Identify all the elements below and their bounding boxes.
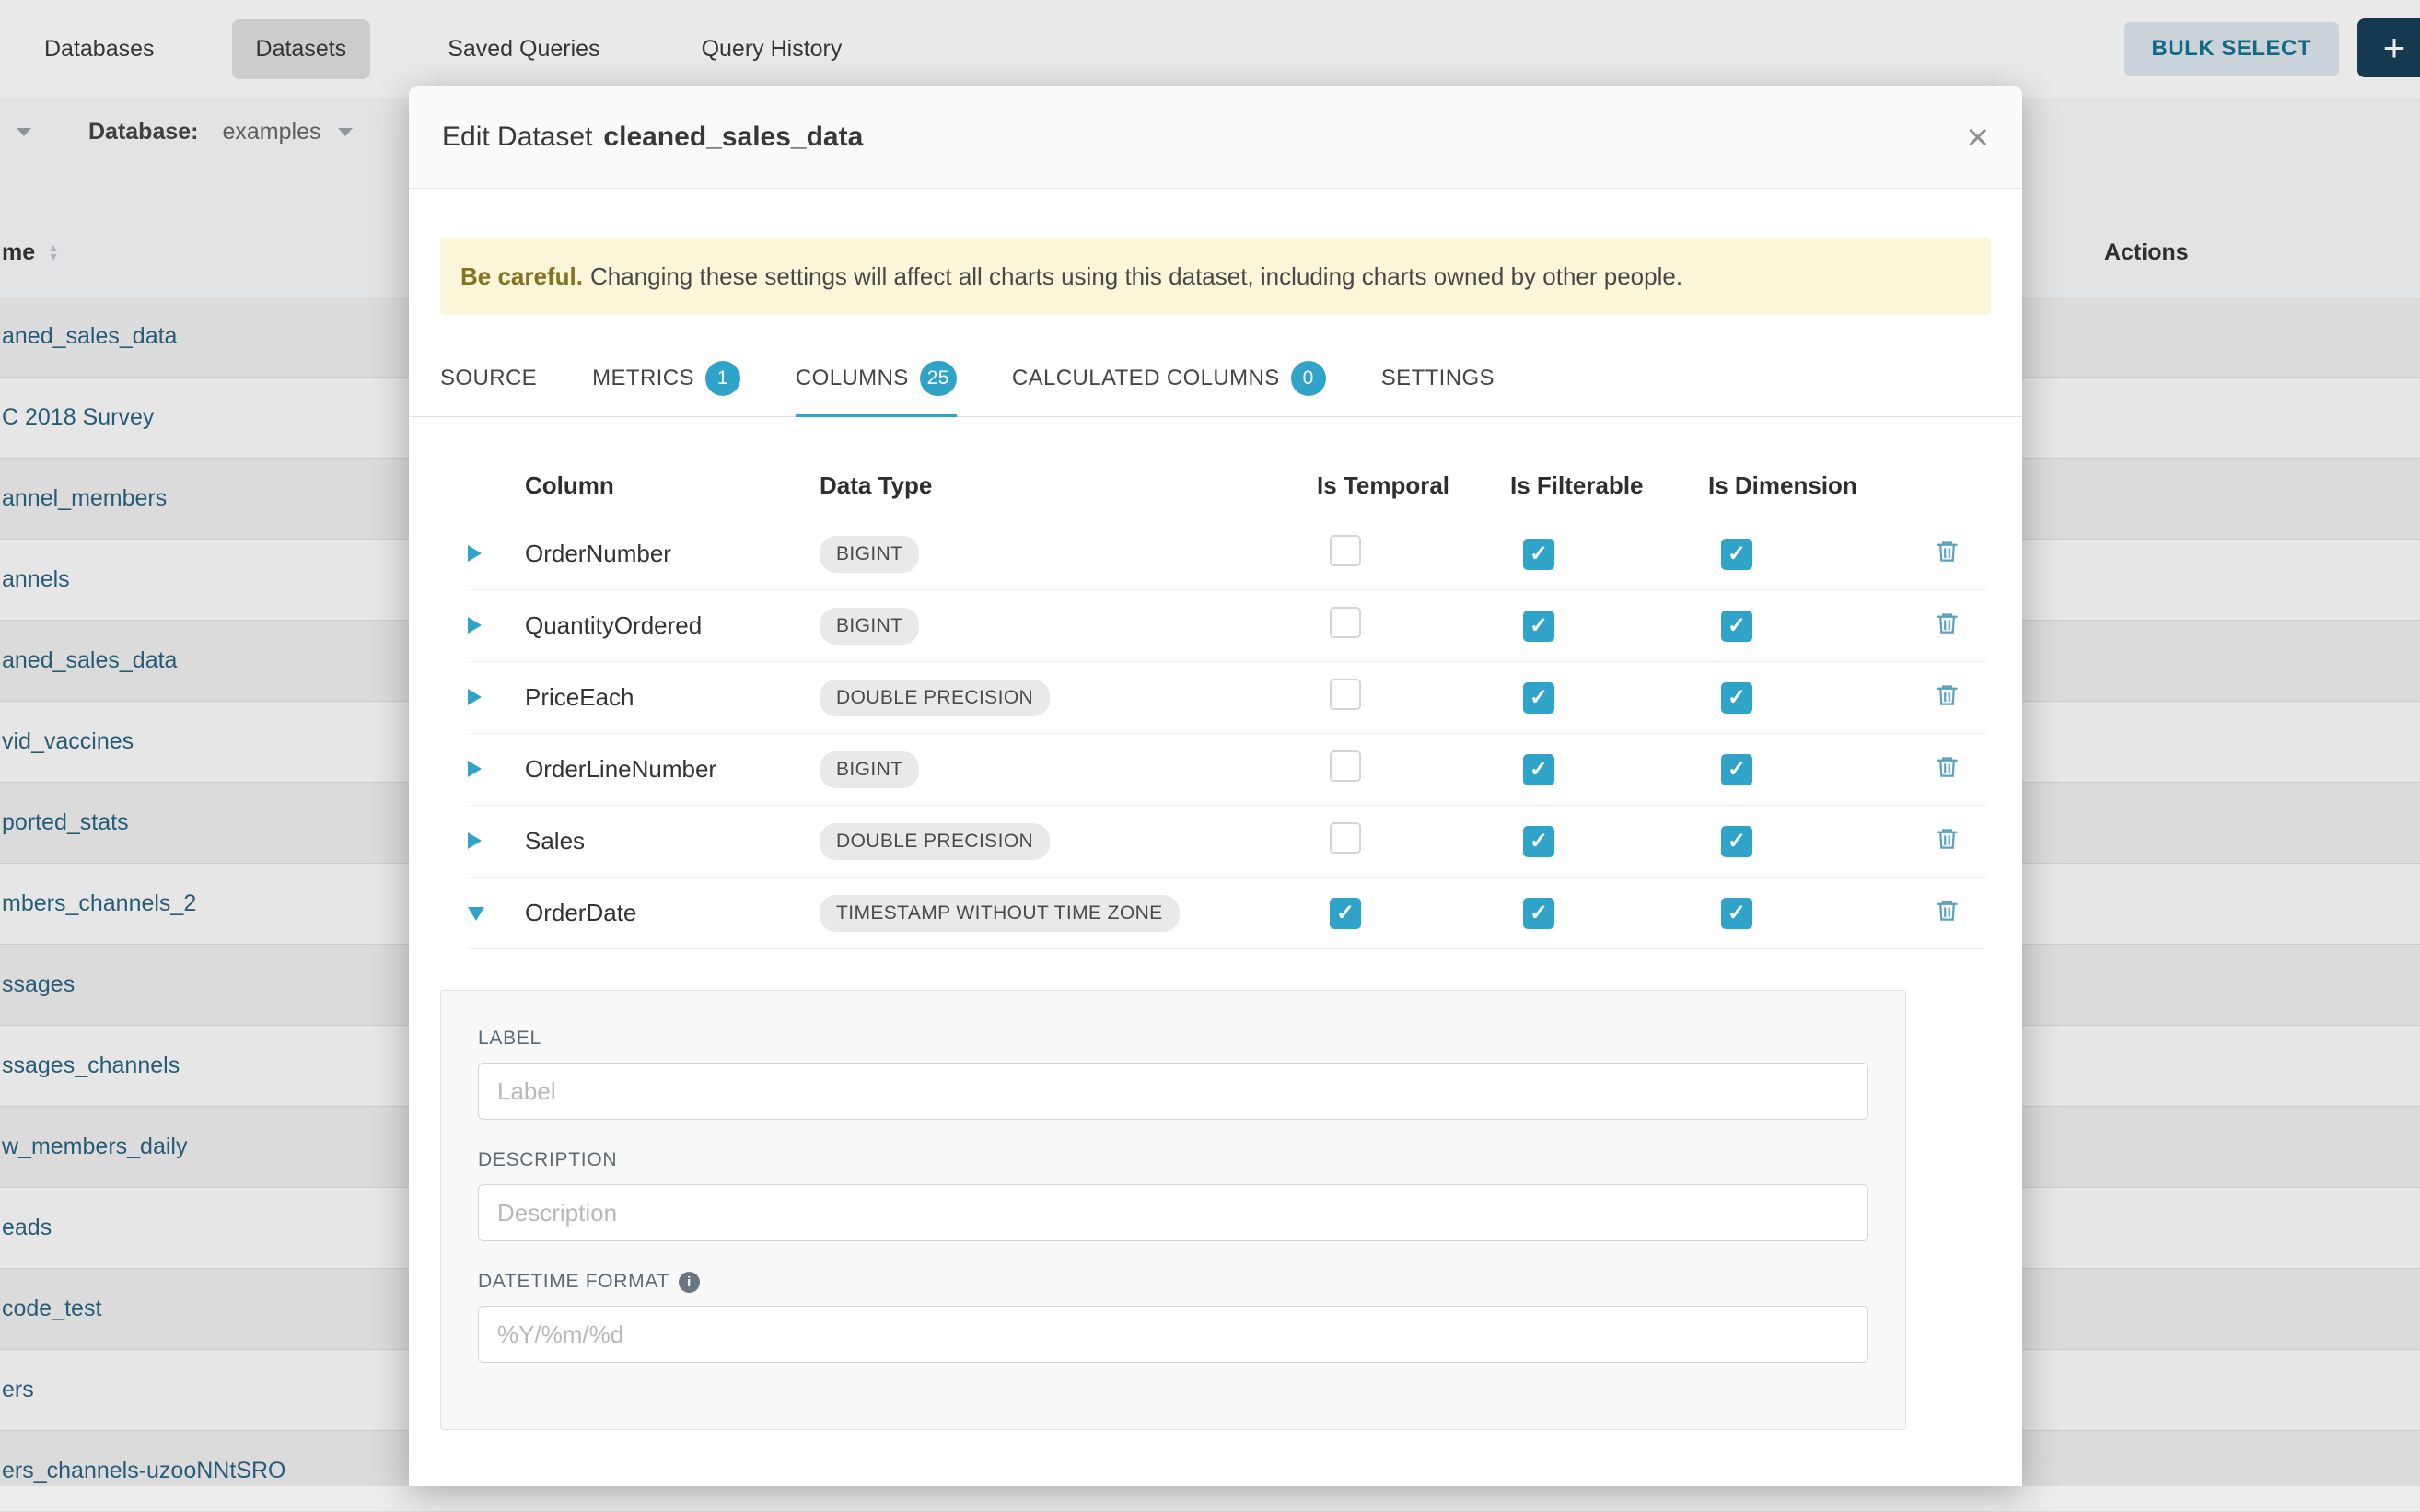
- is-dimension-checkbox[interactable]: ✓: [1721, 826, 1752, 857]
- column-row: PriceEachDOUBLE PRECISION ✓ ✓: [468, 662, 1985, 734]
- column-row: OrderNumberBIGINT ✓ ✓: [468, 518, 1985, 590]
- is-dimension-checkbox[interactable]: ✓: [1721, 611, 1752, 642]
- delete-column-button[interactable]: [1935, 825, 1960, 855]
- expand-caret-icon[interactable]: [468, 689, 482, 705]
- delete-column-button[interactable]: [1935, 681, 1960, 711]
- data-type-pill: BIGINT: [820, 536, 919, 573]
- is-filterable-checkbox[interactable]: ✓: [1523, 826, 1554, 857]
- header-is-temporal: Is Temporal: [1317, 471, 1510, 500]
- warning-message: Changing these settings will affect all …: [590, 262, 1682, 290]
- description-field: DESCRIPTION: [478, 1149, 1868, 1241]
- description-field-label-text: DESCRIPTION: [478, 1149, 617, 1171]
- columns-table-header: Column Data Type Is Temporal Is Filterab…: [468, 454, 1985, 518]
- modal-header: Edit Dataset cleaned_sales_data ×: [409, 86, 2022, 189]
- delete-column-button[interactable]: [1935, 753, 1960, 783]
- delete-column-button[interactable]: [1935, 538, 1960, 567]
- is-temporal-checkbox[interactable]: [1330, 679, 1361, 710]
- label-field-label-text: LABEL: [478, 1028, 541, 1050]
- trash-icon: [1935, 897, 1960, 924]
- warning-emphasis: Be careful.: [460, 262, 583, 290]
- tab-source-label: SOURCE: [440, 366, 537, 391]
- trash-icon: [1935, 825, 1960, 852]
- column-name: OrderDate: [525, 899, 820, 927]
- collapse-caret-icon[interactable]: [468, 907, 484, 921]
- is-dimension-checkbox[interactable]: ✓: [1721, 898, 1752, 929]
- info-icon[interactable]: i: [679, 1272, 700, 1293]
- is-temporal-checkbox[interactable]: ✓: [1330, 898, 1361, 929]
- datetime-format-field: DATETIME FORMAT i: [478, 1271, 1868, 1363]
- expand-caret-icon[interactable]: [468, 617, 482, 634]
- modal-title-dataset-name: cleaned_sales_data: [603, 122, 863, 152]
- header-is-filterable: Is Filterable: [1510, 471, 1708, 500]
- is-dimension-checkbox[interactable]: ✓: [1721, 682, 1752, 714]
- metrics-count-badge: 1: [705, 361, 740, 396]
- column-row: OrderLineNumberBIGINT ✓ ✓: [468, 734, 1985, 806]
- is-temporal-checkbox[interactable]: [1330, 535, 1361, 566]
- is-dimension-checkbox[interactable]: ✓: [1721, 539, 1752, 570]
- label-input[interactable]: [478, 1063, 1868, 1120]
- calculated-columns-count-badge: 0: [1291, 361, 1326, 396]
- tab-metrics[interactable]: METRICS 1: [592, 361, 740, 416]
- header-data-type: Data Type: [820, 471, 1317, 500]
- columns-table: Column Data Type Is Temporal Is Filterab…: [409, 454, 2022, 949]
- delete-column-button[interactable]: [1935, 610, 1960, 639]
- column-name: PriceEach: [525, 683, 820, 712]
- data-type-pill: BIGINT: [820, 751, 919, 788]
- datetime-format-input[interactable]: [478, 1306, 1868, 1363]
- modal-tabs: SOURCE METRICS 1 COLUMNS 25 CALCULATED C…: [409, 361, 2022, 417]
- expand-caret-icon[interactable]: [468, 761, 482, 777]
- modal-title: Edit Dataset cleaned_sales_data: [442, 122, 863, 153]
- tab-source[interactable]: SOURCE: [440, 361, 537, 416]
- description-field-label: DESCRIPTION: [478, 1149, 1868, 1171]
- trash-icon: [1935, 753, 1960, 780]
- label-field: LABEL: [478, 1028, 1868, 1120]
- column-row: OrderDateTIMESTAMP WITHOUT TIME ZONE ✓ ✓ ✓: [468, 878, 1985, 949]
- tab-metrics-label: METRICS: [592, 366, 694, 391]
- expand-caret-icon[interactable]: [468, 832, 482, 849]
- header-is-dimension: Is Dimension: [1708, 471, 1929, 500]
- expand-caret-icon[interactable]: [468, 545, 482, 562]
- trash-icon: [1935, 681, 1960, 708]
- label-field-label: LABEL: [478, 1028, 1868, 1050]
- datetime-format-label-text: DATETIME FORMAT: [478, 1271, 669, 1293]
- tab-calculated-columns[interactable]: CALCULATED COLUMNS 0: [1012, 361, 1326, 416]
- is-dimension-checkbox[interactable]: ✓: [1721, 754, 1752, 785]
- is-temporal-checkbox[interactable]: [1330, 822, 1361, 854]
- tab-columns-label: COLUMNS: [796, 366, 909, 391]
- column-name: OrderNumber: [525, 540, 820, 568]
- tab-columns[interactable]: COLUMNS 25: [796, 361, 957, 416]
- is-temporal-checkbox[interactable]: [1330, 607, 1361, 638]
- trash-icon: [1935, 610, 1960, 636]
- column-editor-panel: LABEL DESCRIPTION DATETIME FORMAT i: [440, 990, 1906, 1430]
- columns-count-badge: 25: [920, 361, 957, 396]
- data-type-pill: TIMESTAMP WITHOUT TIME ZONE: [820, 895, 1180, 932]
- tab-settings-label: SETTINGS: [1381, 366, 1495, 391]
- is-filterable-checkbox[interactable]: ✓: [1523, 682, 1554, 714]
- data-type-pill: DOUBLE PRECISION: [820, 680, 1050, 716]
- warning-banner: Be careful.Changing these settings will …: [440, 238, 1991, 315]
- column-name: QuantityOrdered: [525, 611, 820, 640]
- datetime-format-field-label: DATETIME FORMAT i: [478, 1271, 1868, 1293]
- edit-dataset-modal: Edit Dataset cleaned_sales_data × Be care…: [409, 86, 2022, 1486]
- data-type-pill: BIGINT: [820, 608, 919, 645]
- data-type-pill: DOUBLE PRECISION: [820, 823, 1050, 860]
- column-name: Sales: [525, 827, 820, 855]
- is-filterable-checkbox[interactable]: ✓: [1523, 898, 1554, 929]
- tab-settings[interactable]: SETTINGS: [1381, 361, 1495, 416]
- is-filterable-checkbox[interactable]: ✓: [1523, 754, 1554, 785]
- trash-icon: [1935, 538, 1960, 564]
- is-filterable-checkbox[interactable]: ✓: [1523, 611, 1554, 642]
- column-row: QuantityOrderedBIGINT ✓ ✓: [468, 590, 1985, 662]
- column-name: OrderLineNumber: [525, 755, 820, 784]
- column-row: SalesDOUBLE PRECISION ✓ ✓: [468, 806, 1985, 878]
- header-column: Column: [525, 471, 820, 500]
- is-filterable-checkbox[interactable]: ✓: [1523, 539, 1554, 570]
- description-input[interactable]: [478, 1184, 1868, 1241]
- tab-calculated-columns-label: CALCULATED COLUMNS: [1012, 366, 1280, 391]
- modal-title-prefix: Edit Dataset: [442, 122, 592, 152]
- delete-column-button[interactable]: [1935, 897, 1960, 926]
- columns-table-body: OrderNumberBIGINT✓✓QuantityOrderedBIGINT…: [468, 518, 1985, 949]
- is-temporal-checkbox[interactable]: [1330, 750, 1361, 782]
- close-icon[interactable]: ×: [1966, 118, 1989, 157]
